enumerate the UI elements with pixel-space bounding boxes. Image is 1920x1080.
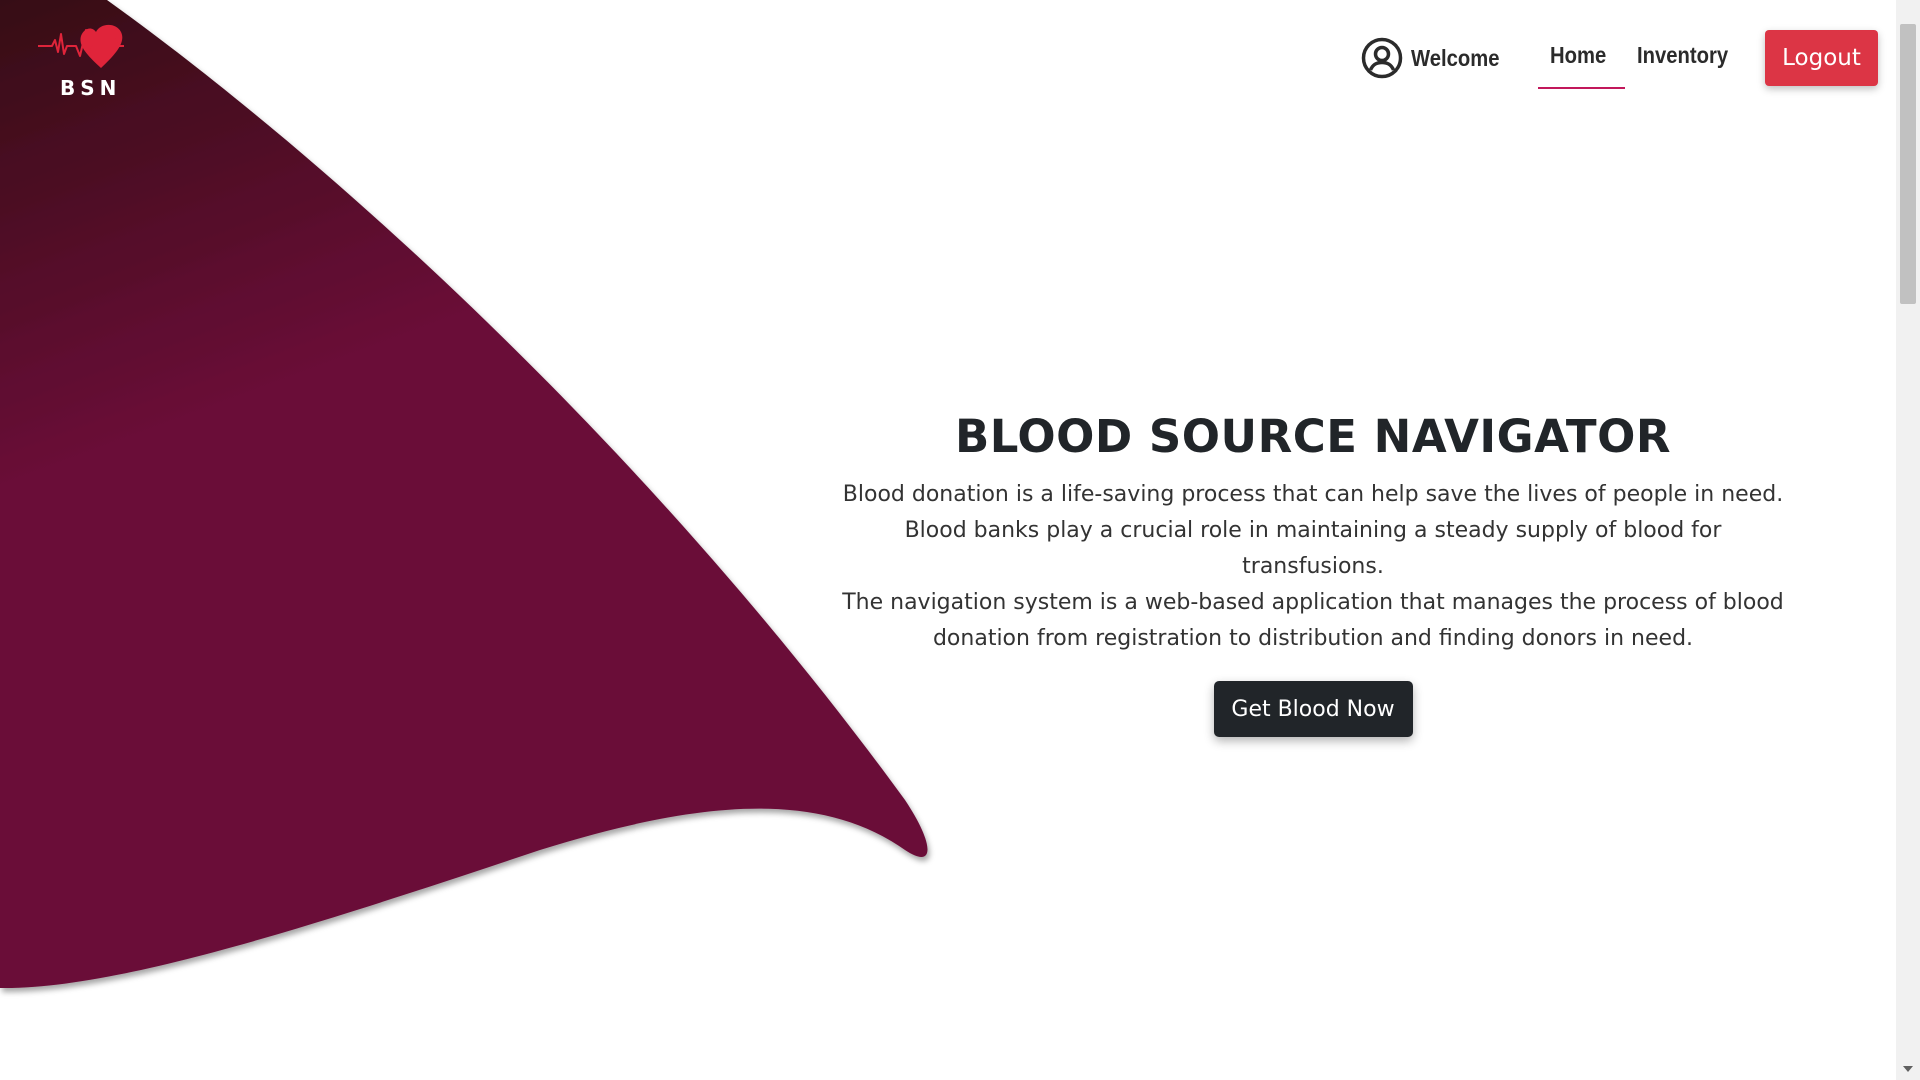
logout-button[interactable]: Logout bbox=[1765, 30, 1878, 86]
hero-wave-shape bbox=[0, 0, 928, 989]
get-blood-now-button[interactable]: Get Blood Now bbox=[1213, 681, 1413, 737]
hero-description-line: The navigation system is a web-based app… bbox=[842, 590, 1784, 615]
nav-link-label: Inventory bbox=[1637, 41, 1729, 68]
nav-link-home[interactable]: Home bbox=[1537, 34, 1626, 89]
hero-description-line: donation from registration to distributi… bbox=[932, 626, 1694, 651]
hero-description-line: Blood donation is a life-saving process … bbox=[842, 482, 1784, 507]
top-nav: Welcome Home Inventory Logout bbox=[1361, 30, 1878, 89]
nav-link-label: Home bbox=[1549, 41, 1606, 68]
nav-link-inventory[interactable]: Inventory bbox=[1625, 34, 1753, 83]
welcome-label: Welcome bbox=[1411, 44, 1500, 71]
logo[interactable]: BSN bbox=[38, 24, 134, 100]
user-circle-icon bbox=[1361, 37, 1403, 79]
hero-description-line: Blood banks play a crucial role in maint… bbox=[904, 518, 1722, 579]
scrollbar-thumb[interactable] bbox=[1900, 24, 1916, 304]
scroll-down-arrow-icon[interactable] bbox=[1903, 1066, 1913, 1072]
page-title: BLOOD SOURCE NAVIGATOR bbox=[954, 410, 1672, 463]
hero-section: BLOOD SOURCE NAVIGATOR Blood donation is… bbox=[840, 410, 1786, 737]
welcome-user[interactable]: Welcome bbox=[1361, 37, 1512, 79]
hero-description: Blood donation is a life-saving process … bbox=[840, 477, 1786, 657]
heart-pulse-icon bbox=[38, 24, 124, 69]
vertical-scrollbar[interactable] bbox=[1896, 0, 1920, 1080]
logo-text: BSN bbox=[60, 76, 122, 100]
